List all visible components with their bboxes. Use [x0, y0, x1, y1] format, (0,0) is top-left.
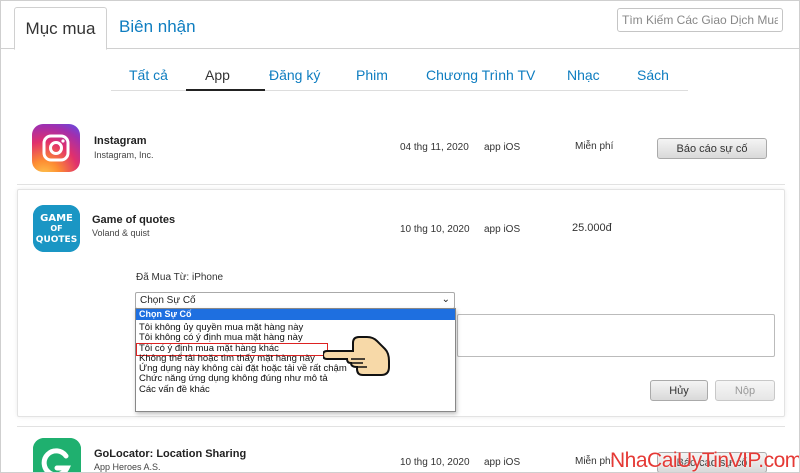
purchase-type: app iOS [484, 142, 521, 153]
app-name: Game of quotes [92, 214, 176, 226]
submit-button[interactable]: Nộp [715, 380, 775, 401]
category-all[interactable]: Tất cả [129, 67, 168, 83]
category-subscriptions[interactable]: Đăng ký [269, 67, 320, 83]
purchase-price: 25.000đ [572, 222, 612, 234]
app-publisher: Voland & quist [92, 228, 150, 238]
icon-text: QUOTES [36, 235, 77, 245]
search-input[interactable] [617, 8, 783, 32]
problem-select-value: Chọn Sự Cố [140, 295, 196, 306]
option-item[interactable]: Các vấn đề khác [136, 384, 455, 395]
purchase-history-window: Mục mua Biên nhận Tất cả App Đăng ký Phi… [0, 0, 800, 473]
row-divider [17, 426, 785, 427]
game-of-quotes-icon: GAME OF QUOTES [33, 205, 80, 252]
golocator-icon [33, 438, 81, 472]
report-problem-button[interactable]: Báo cáo sự cố [657, 138, 767, 159]
category-app[interactable]: App [205, 67, 230, 83]
app-publisher: Instagram, Inc. [94, 150, 154, 160]
category-books[interactable]: Sách [637, 67, 669, 83]
option-header[interactable]: Chọn Sự Cố [136, 309, 455, 320]
problem-options-list: Chọn Sự Cố Tôi không ủy quyền mua mặt hà… [135, 308, 456, 412]
icon-text: OF [50, 224, 62, 233]
category-movies[interactable]: Phim [356, 67, 388, 83]
purchase-date: 04 thg 11, 2020 [400, 142, 469, 153]
pointing-hand-icon [321, 329, 391, 381]
app-name: Instagram [94, 135, 147, 147]
purchase-date: 10 thg 10, 2020 [400, 457, 470, 468]
category-nav: Tất cả App Đăng ký Phim Chương Trình TV … [1, 67, 799, 91]
cancel-button[interactable]: Hủy [650, 380, 708, 401]
problem-description-textarea[interactable] [457, 314, 775, 357]
purchase-price: Miễn phí [575, 456, 614, 467]
purchase-type: app iOS [484, 224, 521, 235]
icon-text: GAME [40, 213, 73, 224]
purchased-from-label: Đã Mua Từ: iPhone [136, 272, 224, 283]
purchase-type: app iOS [484, 457, 521, 468]
tab-receipts[interactable]: Biên nhận [119, 17, 196, 37]
purchase-date: 10 thg 10, 2020 [400, 224, 470, 235]
app-name: GoLocator: Location Sharing [94, 448, 247, 460]
active-category-underline [186, 89, 265, 91]
purchase-price: Miễn phí [575, 141, 614, 152]
instagram-icon [32, 124, 80, 172]
top-tab-bar: Mục mua Biên nhận [1, 1, 799, 50]
tab-purchases[interactable]: Mục mua [14, 7, 107, 50]
row-divider [17, 184, 785, 185]
category-tv-shows[interactable]: Chương Trình TV [426, 67, 535, 83]
category-music[interactable]: Nhạc [567, 67, 600, 83]
problem-select[interactable]: Chọn Sự Cố ⌄ [135, 292, 455, 309]
watermark: NhaCaiUyTinVIP.com [610, 449, 800, 472]
chevron-down-icon: ⌄ [441, 294, 450, 305]
app-publisher: App Heroes A.S. [94, 462, 161, 472]
